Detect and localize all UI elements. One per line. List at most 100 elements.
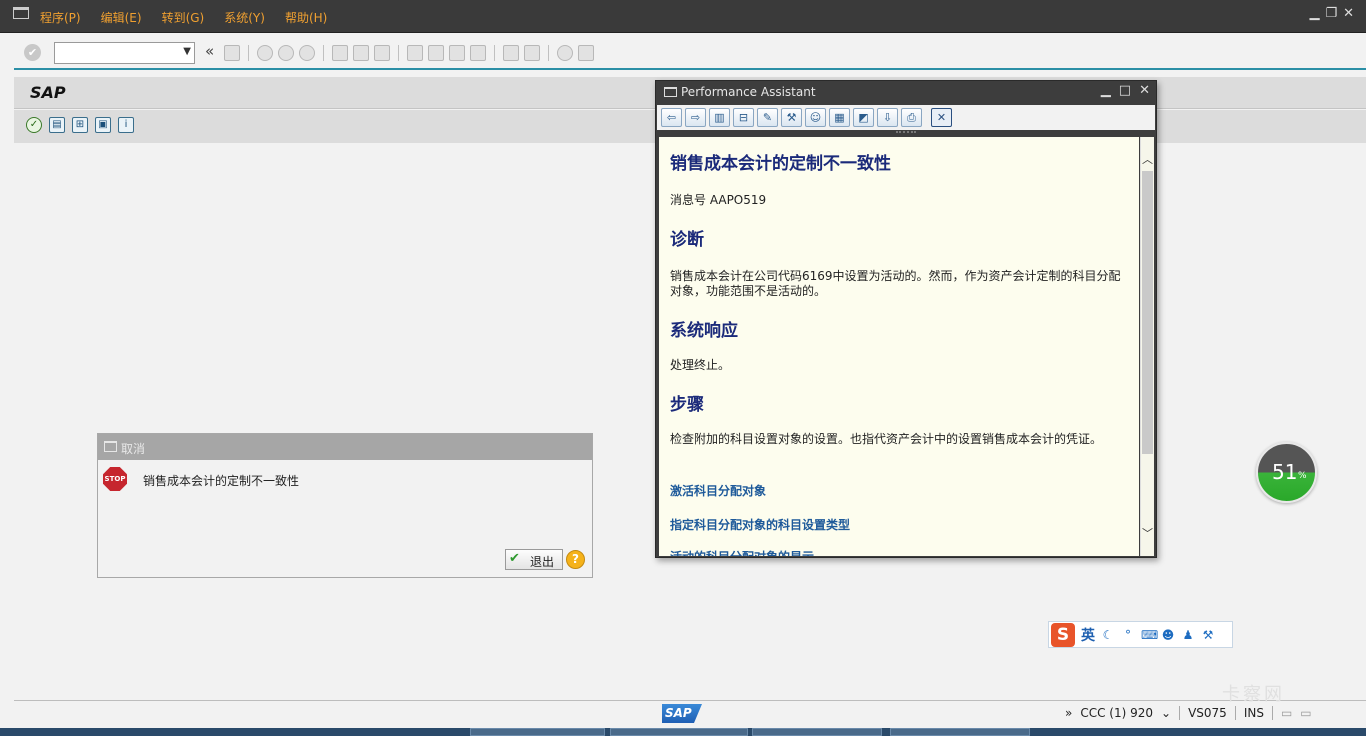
scroll-thumb[interactable] — [1142, 171, 1153, 454]
separator — [1271, 706, 1273, 720]
first-page-icon[interactable] — [407, 45, 423, 61]
percent-unit: % — [1298, 471, 1307, 481]
percent-value: 51 — [1272, 460, 1298, 484]
taskbar-button[interactable] — [752, 728, 882, 736]
menu-goto[interactable]: 转到(G) — [162, 9, 205, 26]
info-icon[interactable]: i — [118, 117, 134, 133]
link-assign-account-type[interactable]: 指定科目分配对象的科目设置类型 — [670, 516, 850, 533]
find-next-icon[interactable] — [374, 45, 390, 61]
layout-menu-icon[interactable] — [578, 45, 594, 61]
save-icon[interactable] — [224, 45, 240, 61]
section-text-procedure: 检查附加的科目设置对象的设置。也指代资产会计中的设置销售成本会计的凭证。 — [670, 432, 1103, 446]
open-book-icon[interactable]: ▦ — [829, 108, 850, 127]
print-icon[interactable] — [332, 45, 348, 61]
user-icon[interactable]: ☻ — [1161, 628, 1175, 642]
vertical-scrollbar[interactable]: ︿ ﹀ — [1140, 137, 1154, 556]
arrow-left-icon[interactable]: ⇦ — [661, 108, 682, 127]
document-icon[interactable]: ▣ — [95, 117, 111, 133]
user-icon[interactable]: ☺ — [805, 108, 826, 127]
edit-icon[interactable]: ✎ — [757, 108, 778, 127]
execute-icon[interactable]: ✓ — [26, 117, 42, 133]
maximize-icon[interactable]: □ — [1119, 83, 1131, 98]
link-activate-account-assignment[interactable]: 激活科目分配对象 — [670, 482, 766, 499]
tools-icon[interactable]: ⚒ — [781, 108, 802, 127]
pa-content: 销售成本会计的定制不一致性 消息号 AAPO519 诊断 销售成本会计在公司代码… — [659, 137, 1139, 556]
back-icon[interactable] — [257, 45, 273, 61]
pa-window-icon — [664, 87, 677, 97]
menu-bar: 程序(P) 编辑(E) 转到(G) 系统(Y) 帮助(H) ▁ ❐ ✕ — [0, 0, 1366, 33]
insert-mode[interactable]: INS — [1244, 706, 1264, 720]
close-icon[interactable]: ✕ — [1139, 83, 1150, 98]
shortcut-icon[interactable] — [524, 45, 540, 61]
find-icon[interactable] — [353, 45, 369, 61]
window-menu-icon[interactable] — [13, 7, 29, 19]
scroll-up-icon[interactable]: ︿ — [1142, 151, 1153, 167]
enter-icon[interactable]: ✔ — [24, 44, 41, 61]
check-icon: ✔ — [509, 551, 520, 566]
message-number: 消息号 AAPO519 — [670, 193, 767, 207]
help-button[interactable]: ? — [566, 550, 585, 569]
new-session-icon[interactable] — [503, 45, 519, 61]
add-node-icon[interactable]: ⊞ — [72, 117, 88, 133]
close-window-icon[interactable]: ✕ — [931, 108, 952, 127]
exit-button[interactable]: ✔ 退出 — [505, 549, 563, 570]
percent-widget[interactable]: 51 % — [1256, 442, 1317, 503]
dialog-header: 取消 — [98, 434, 592, 460]
standard-toolbar: ✔ ▼ « — [0, 33, 1366, 70]
menu-help[interactable]: 帮助(H) — [285, 9, 327, 26]
punctuation-icon[interactable]: ° — [1121, 628, 1135, 642]
dialog-title: 取消 — [121, 442, 146, 456]
restore-icon[interactable]: ❐ — [1325, 6, 1337, 21]
book-icon[interactable]: ▥ — [709, 108, 730, 127]
menu-system[interactable]: 系统(Y) — [224, 9, 265, 26]
moon-icon[interactable]: ☾ — [1101, 628, 1115, 642]
hierarchy-icon[interactable]: ⊟ — [733, 108, 754, 127]
ime-language[interactable]: 英 — [1081, 625, 1095, 645]
scroll-down-icon[interactable]: ﹀ — [1142, 525, 1153, 541]
separator — [248, 45, 249, 61]
skin-icon[interactable]: ♟ — [1181, 628, 1195, 642]
taskbar-button[interactable] — [470, 728, 605, 736]
status-icon[interactable]: ▭ — [1300, 706, 1311, 720]
status-more-icon[interactable]: » — [1065, 706, 1072, 720]
cancel-icon[interactable] — [299, 45, 315, 61]
separator — [1234, 706, 1236, 720]
last-page-icon[interactable] — [470, 45, 486, 61]
next-page-icon[interactable] — [449, 45, 465, 61]
pa-title-bar[interactable]: Performance Assistant ▁ □ ✕ — [656, 81, 1156, 103]
separator — [548, 45, 549, 61]
previous-page-icon[interactable] — [428, 45, 444, 61]
sogou-logo-icon[interactable]: S — [1051, 622, 1075, 647]
wrench-icon[interactable]: ⚒ — [1201, 628, 1215, 642]
minimize-icon[interactable]: ▁ — [1309, 6, 1319, 21]
menu-edit[interactable]: 编辑(E) — [101, 9, 142, 26]
taskbar-button[interactable] — [610, 728, 748, 736]
system-info[interactable]: CCC (1) 920 — [1080, 706, 1153, 720]
section-text-diagnosis: 销售成本会计在公司代码6169中设置为活动的。然而，作为资产会计定制的科目分配对… — [670, 269, 1121, 298]
download-icon[interactable]: ⇩ — [877, 108, 898, 127]
page-title: SAP — [30, 83, 66, 102]
exit-button-label: 退出 — [530, 555, 555, 569]
chevron-down-icon[interactable]: ⌄ — [1161, 706, 1171, 720]
help-icon[interactable] — [557, 45, 573, 61]
command-field[interactable]: ▼ — [54, 42, 195, 64]
chevron-down-icon[interactable]: ▼ — [183, 46, 191, 57]
section-heading-diagnosis: 诊断 — [670, 230, 704, 250]
status-divider — [14, 700, 1366, 701]
exit-icon[interactable] — [278, 45, 294, 61]
print-icon[interactable]: ⎙ — [901, 108, 922, 127]
taskbar-button[interactable] — [890, 728, 1030, 736]
display-icon[interactable]: ◩ — [853, 108, 874, 127]
arrow-right-icon[interactable]: ⇨ — [685, 108, 706, 127]
status-icon[interactable]: ▭ — [1281, 706, 1292, 720]
minimize-icon[interactable]: ▁ — [1101, 83, 1111, 98]
section-heading-system-response: 系统响应 — [670, 321, 738, 341]
close-icon[interactable]: ✕ — [1343, 6, 1354, 21]
menu-program[interactable]: 程序(P) — [40, 9, 81, 26]
status-bar: » CCC (1) 920 ⌄ VS075 INS ▭ ▭ — [1065, 706, 1312, 720]
structure-icon[interactable]: ▤ — [49, 117, 65, 133]
resize-grip[interactable] — [896, 131, 916, 134]
link-display-account-assignment[interactable]: 活动的科目分配对象的显示 — [670, 548, 814, 556]
keyboard-icon[interactable]: ⌨ — [1141, 628, 1158, 642]
collapse-toolbar-icon[interactable]: « — [205, 42, 214, 60]
